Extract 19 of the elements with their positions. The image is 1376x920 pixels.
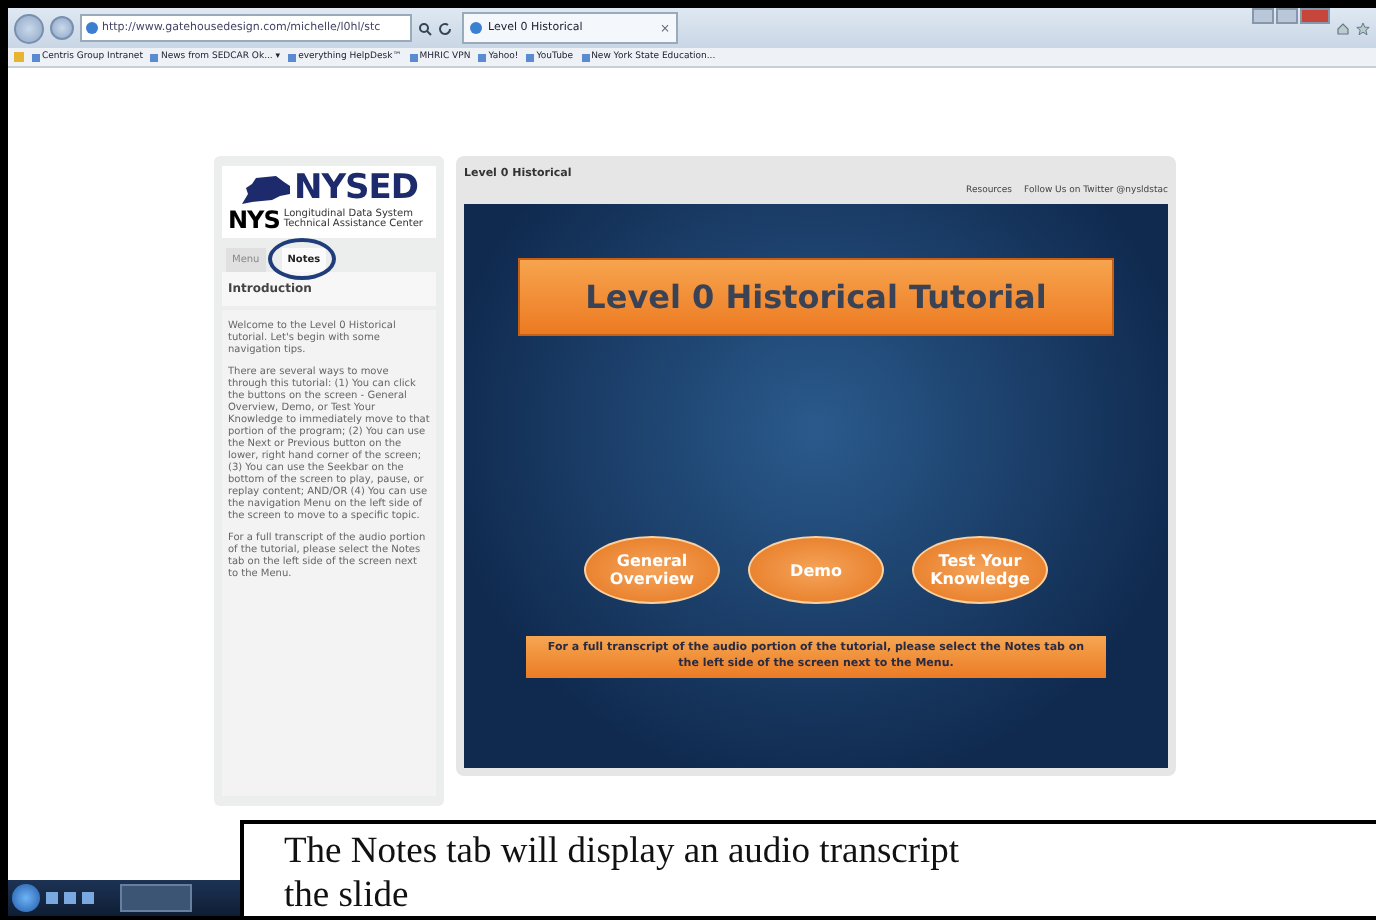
logo-title: NYSED <box>294 172 419 206</box>
refresh-icon[interactable] <box>438 21 452 35</box>
minimize-button[interactable] <box>1252 8 1274 24</box>
caption-text: The Notes tab will display an audio transcript <box>284 830 960 874</box>
state-map-icon <box>240 175 292 203</box>
browser-icon <box>86 22 98 34</box>
home-icon[interactable] <box>1336 21 1350 35</box>
slide-title-banner: Level 0 Historical Tutorial <box>518 258 1114 336</box>
star-icon[interactable] <box>1356 21 1370 35</box>
browser-icon <box>470 22 482 34</box>
close-button[interactable] <box>1300 8 1330 24</box>
start-button[interactable] <box>12 884 40 912</box>
back-button[interactable] <box>14 13 44 43</box>
search-icon[interactable] <box>418 21 432 35</box>
caption-text: the slide <box>284 874 409 916</box>
maximize-button[interactable] <box>1276 8 1298 24</box>
logo-prefix: NYS <box>228 208 280 232</box>
forward-button[interactable] <box>50 16 74 40</box>
taskbar-window-button[interactable] <box>120 884 192 912</box>
